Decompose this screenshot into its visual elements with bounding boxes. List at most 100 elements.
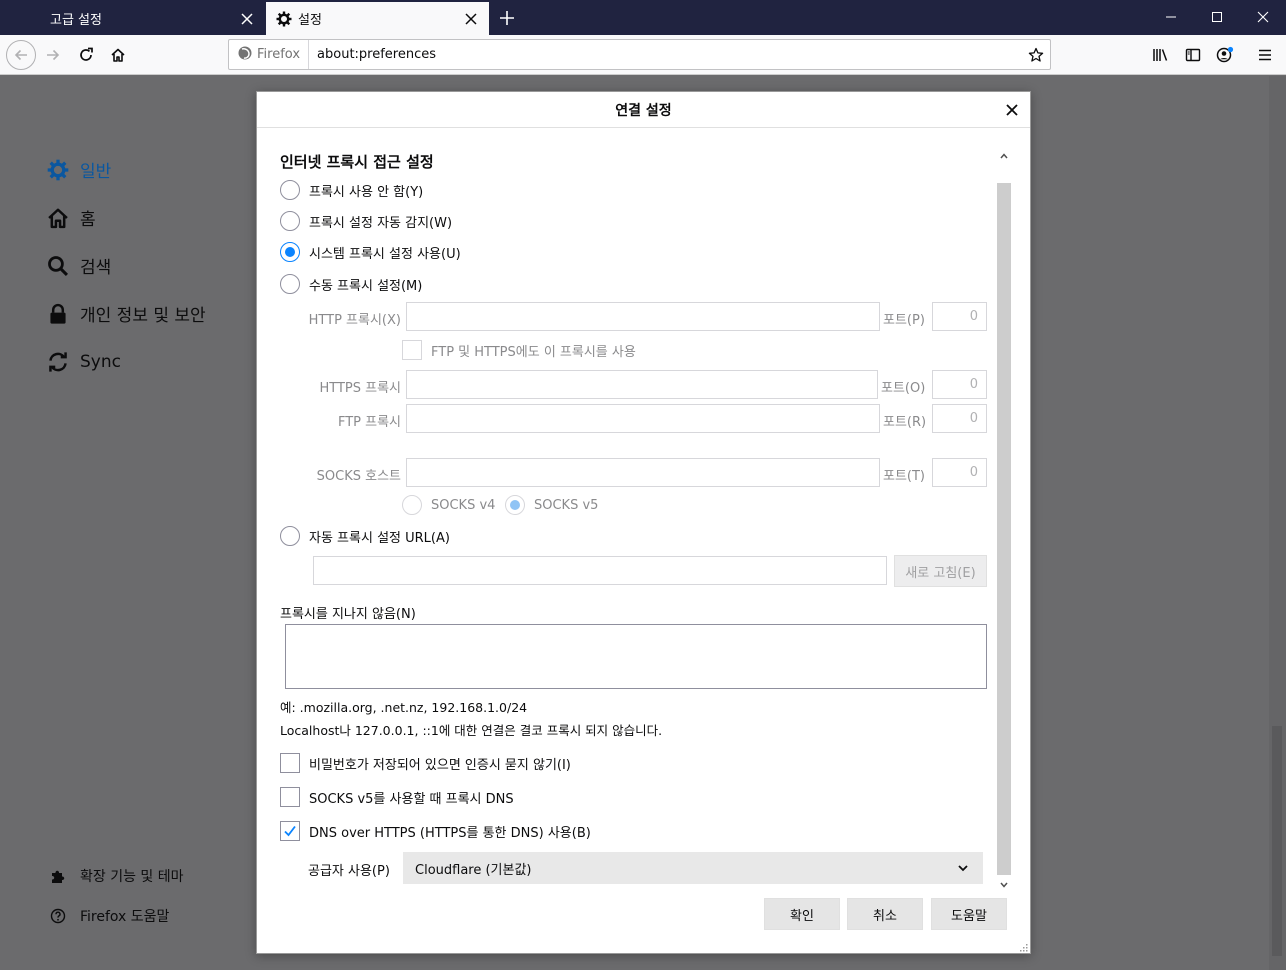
radio-button[interactable] [402, 495, 422, 515]
new-tab-button[interactable] [494, 5, 520, 31]
home-button[interactable] [103, 40, 133, 70]
sidebar-item-label: 검색 [80, 258, 112, 278]
radio-button[interactable] [280, 526, 300, 546]
identity-label: Firefox [257, 47, 301, 62]
tab-settings[interactable]: 설정 [266, 2, 489, 35]
scroll-down-icon[interactable] [997, 878, 1011, 892]
library-button[interactable] [1146, 40, 1176, 70]
radio-button[interactable] [280, 211, 300, 231]
close-tab-icon[interactable] [235, 7, 259, 31]
no-proxy-label: 프록시를 지나지 않음(N) [280, 607, 416, 622]
sidebar-item-home[interactable]: 홈 [46, 205, 96, 230]
resize-grip-icon[interactable] [1018, 941, 1028, 952]
radio-button[interactable] [280, 242, 300, 262]
radio-button[interactable] [280, 180, 300, 200]
account-button[interactable] [1210, 40, 1240, 70]
provider-select[interactable]: Cloudflare (기본값) [403, 852, 983, 884]
minimize-button[interactable] [1148, 0, 1194, 34]
reload-button[interactable] [71, 40, 101, 70]
maximize-button[interactable] [1194, 0, 1240, 34]
sidebar-item-label: 홈 [80, 210, 96, 230]
https-port-input[interactable]: 0 [932, 370, 987, 399]
sidebar-item-privacy[interactable]: 개인 정보 및 보안 [46, 301, 206, 326]
reload-pac-button[interactable]: 새로 고침(E) [894, 555, 987, 587]
radio-button[interactable] [280, 274, 300, 294]
cancel-button[interactable]: 취소 [847, 898, 923, 930]
sidebar-item-label: 확장 기능 및 테마 [80, 869, 184, 885]
forward-button[interactable] [38, 40, 68, 70]
gear-icon [276, 11, 292, 27]
url-text[interactable]: about:preferences [317, 47, 1022, 62]
checkbox-dns-over-https[interactable]: DNS over HTTPS (HTTPS를 통한 DNS) 사용(B) [280, 821, 591, 841]
no-proxy-textarea[interactable] [285, 624, 987, 689]
http-proxy-label: HTTP 프록시(X) [308, 313, 401, 328]
radio-label: SOCKS v4 [431, 497, 496, 513]
socks-port-input[interactable]: 0 [932, 458, 987, 487]
sidebar-item-sync[interactable]: Sync [46, 350, 121, 374]
page-scrollbar[interactable] [1269, 76, 1286, 970]
sidebar-item-label: Firefox 도움말 [80, 909, 170, 925]
help-icon [48, 906, 68, 926]
sidebar-item-search[interactable]: 검색 [46, 253, 111, 278]
window-close-button[interactable] [1240, 0, 1286, 34]
checkbox-socks-dns[interactable]: SOCKS v5를 사용할 때 프록시 DNS [280, 787, 514, 807]
checkbox[interactable] [280, 753, 300, 773]
checkbox[interactable] [280, 787, 300, 807]
dialog-scrollbar[interactable] [997, 149, 1011, 892]
http-proxy-input[interactable] [406, 302, 880, 331]
radio-label: 프록시 설정 자동 감지(W) [309, 215, 453, 231]
help-button[interactable]: 도움말 [931, 898, 1007, 930]
firefox-logo-icon [237, 45, 257, 65]
tab-label: 설정 [298, 13, 322, 28]
checkbox-no-auth-prompt[interactable]: 비밀번호가 저장되어 있으면 인증시 묻지 않기(I) [280, 753, 571, 773]
url-bar[interactable]: Firefox about:preferences [228, 39, 1051, 70]
sidebar-toggle-button[interactable] [1178, 40, 1208, 70]
radio-auto-proxy-url[interactable]: 자동 프록시 설정 URL(A) [280, 526, 450, 546]
radio-manual-proxy[interactable]: 수동 프록시 설정(M) [280, 274, 422, 294]
sidebar-item-general[interactable]: 일반 [46, 157, 111, 182]
radio-system-proxy[interactable]: 시스템 프록시 설정 사용(U) [280, 242, 461, 262]
http-port-input[interactable]: 0 [932, 302, 987, 331]
puzzle-icon [48, 866, 68, 886]
socks-host-input[interactable] [406, 458, 880, 487]
sidebar-item-help[interactable]: Firefox 도움말 [48, 906, 169, 926]
auto-proxy-url-input[interactable] [313, 556, 887, 585]
https-port-label: 포트(O) [881, 381, 926, 396]
ftp-port-label: 포트(R) [883, 415, 927, 430]
checkbox-label: FTP 및 HTTPS에도 이 프록시를 사용 [431, 344, 636, 360]
ftp-port-input[interactable]: 0 [932, 404, 987, 433]
radio-label: 시스템 프록시 설정 사용(U) [309, 246, 461, 262]
page-scrollbar-thumb[interactable] [1272, 726, 1282, 956]
example-text: 예: .mozilla.org, .net.nz, 192.168.1.0/24 [280, 700, 528, 715]
ftp-proxy-label: FTP 프록시 [337, 415, 401, 430]
checkbox[interactable] [280, 821, 300, 841]
https-proxy-label: HTTPS 프록시 [319, 381, 401, 396]
nav-toolbar: Firefox about:preferences [0, 35, 1286, 75]
bookmark-star-icon[interactable] [1022, 47, 1050, 63]
checkbox[interactable] [402, 340, 422, 360]
home-icon [46, 206, 70, 230]
radio-button[interactable] [505, 495, 525, 515]
socks-host-label: SOCKS 호스트 [316, 469, 401, 484]
share-proxy-checkbox-row[interactable]: FTP 및 HTTPS에도 이 프록시를 사용 [402, 340, 636, 360]
provider-label: 공급자 사용(P) [308, 864, 390, 879]
lock-icon [46, 302, 70, 326]
tab-advanced-settings[interactable]: 고급 설정 [40, 2, 265, 35]
radio-auto-detect[interactable]: 프록시 설정 자동 감지(W) [280, 211, 452, 231]
scroll-up-icon[interactable] [997, 149, 1011, 163]
ok-button[interactable]: 확인 [764, 898, 840, 930]
scrollbar-thumb[interactable] [997, 183, 1011, 875]
ftp-proxy-input[interactable] [406, 404, 880, 433]
sidebar-item-addons[interactable]: 확장 기능 및 테마 [48, 866, 184, 886]
menu-button[interactable] [1250, 40, 1280, 70]
back-button[interactable] [6, 40, 36, 70]
close-tab-icon[interactable] [459, 7, 483, 31]
checkbox-label: SOCKS v5를 사용할 때 프록시 DNS [309, 791, 514, 807]
dialog-close-button[interactable] [1000, 98, 1024, 122]
sidebar-item-label: 일반 [80, 162, 112, 182]
radio-no-proxy[interactable]: 프록시 사용 안 함(Y) [280, 180, 423, 200]
identity-box[interactable]: Firefox [229, 40, 310, 69]
https-proxy-input[interactable] [406, 370, 878, 399]
radio-socks-v4[interactable]: SOCKS v4 [402, 495, 495, 515]
radio-socks-v5[interactable]: SOCKS v5 [505, 495, 598, 515]
